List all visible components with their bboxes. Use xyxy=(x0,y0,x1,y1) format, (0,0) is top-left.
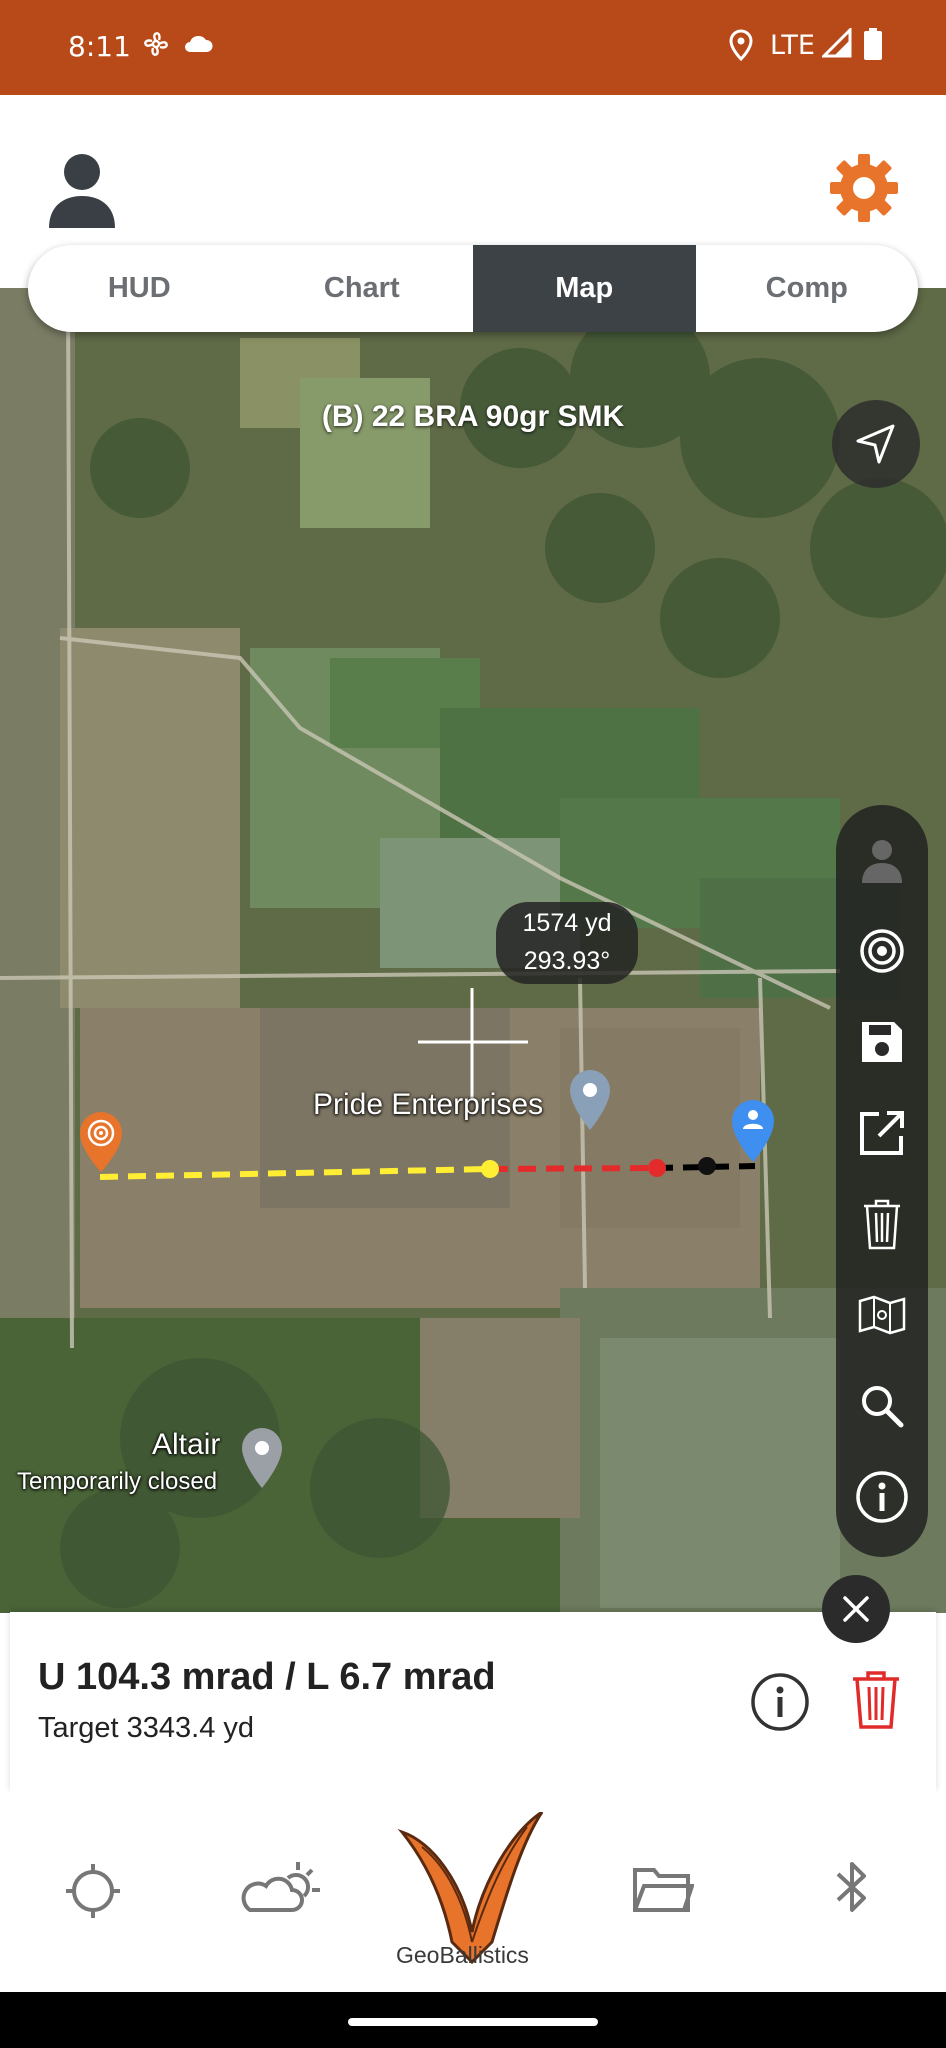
battery-icon xyxy=(864,28,882,60)
share-icon xyxy=(860,1111,904,1155)
view-tabs: HUD Chart Map Comp xyxy=(28,245,918,332)
bluetooth-icon[interactable] xyxy=(834,1858,870,1916)
person-icon[interactable] xyxy=(45,150,120,228)
trash-icon[interactable] xyxy=(850,1670,902,1730)
signal-icon xyxy=(822,28,852,58)
logo-text: GeoBallistics xyxy=(396,1942,529,1968)
navigation-arrow-icon xyxy=(856,424,895,464)
info-tool[interactable] xyxy=(836,1462,928,1532)
tab-hud[interactable]: HUD xyxy=(28,245,251,332)
trash-icon xyxy=(864,1199,900,1250)
solution-target: Target 3343.4 yd xyxy=(38,1712,255,1744)
target-icon xyxy=(860,929,904,973)
place-pin-icon[interactable] xyxy=(568,1068,612,1132)
weather-icon[interactable] xyxy=(240,1856,322,1918)
save-icon xyxy=(862,1022,902,1062)
home-indicator[interactable] xyxy=(348,2018,598,2026)
gear-icon[interactable] xyxy=(828,152,900,224)
status-time: 8:11 xyxy=(68,30,131,63)
satellite-map[interactable]: Pride Enterprises Altair Temporarily clo… xyxy=(0,288,946,1613)
info-icon xyxy=(856,1471,908,1523)
search-tool[interactable] xyxy=(836,1371,928,1441)
profile-name: (B) 22 BRA 90gr SMK xyxy=(321,400,625,433)
network-label: LTE xyxy=(770,30,815,61)
place-pin-icon[interactable] xyxy=(240,1426,284,1490)
fan-icon xyxy=(144,32,168,56)
search-icon xyxy=(862,1386,904,1428)
target-tool[interactable] xyxy=(836,916,928,986)
delete-tool[interactable] xyxy=(836,1189,928,1259)
close-result-button[interactable] xyxy=(822,1575,890,1643)
place-label-altair[interactable]: Altair xyxy=(152,1428,220,1462)
map-type-tool[interactable] xyxy=(836,1280,928,1350)
solution-adjustment: U 104.3 mrad / L 6.7 mrad xyxy=(38,1656,496,1698)
save-tool[interactable] xyxy=(836,1007,928,1077)
tab-comp[interactable]: Comp xyxy=(696,245,919,332)
tab-map[interactable]: Map xyxy=(473,245,696,332)
target-pin-icon[interactable] xyxy=(78,1110,124,1174)
cloud-icon xyxy=(185,35,213,52)
tab-chart[interactable]: Chart xyxy=(251,245,474,332)
info-icon[interactable] xyxy=(750,1672,810,1732)
readout-bearing: 293.93° xyxy=(523,947,611,975)
status-bar: 8:11 LTE xyxy=(0,0,946,95)
shooter-pin-icon[interactable] xyxy=(730,1098,776,1164)
system-nav-bar xyxy=(0,1992,946,2048)
shooter-tool[interactable] xyxy=(836,825,928,895)
place-sublabel-altair: Temporarily closed xyxy=(17,1468,218,1495)
location-icon xyxy=(729,29,753,62)
close-icon xyxy=(843,1596,869,1622)
readout-distance: 1574 yd xyxy=(522,909,612,937)
place-label-pride[interactable]: Pride Enterprises xyxy=(313,1088,543,1122)
navigate-button[interactable] xyxy=(832,400,920,488)
folder-icon[interactable] xyxy=(632,1864,694,1914)
person-icon xyxy=(862,840,902,883)
crosshair-icon[interactable] xyxy=(64,1862,122,1920)
map-icon xyxy=(858,1295,906,1335)
range-readout: 1574 yd 293.93° xyxy=(496,902,638,984)
solution-card: U 104.3 mrad / L 6.7 mrad Target 3343.4 … xyxy=(10,1612,936,1792)
share-tool[interactable] xyxy=(836,1098,928,1168)
firing-line xyxy=(99,988,756,1180)
map-toolbar xyxy=(836,805,928,1557)
